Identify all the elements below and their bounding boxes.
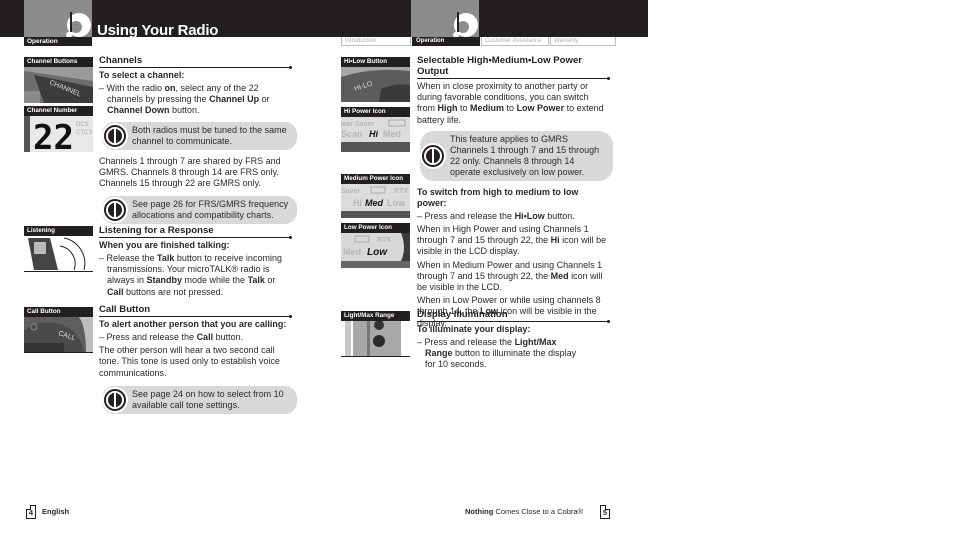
medium-power-lcd-photo: Saver RTX Hi Med Low: [341, 184, 410, 218]
call-button-section: Call Button To alert another person that…: [99, 304, 297, 414]
light-button-photo: [341, 321, 410, 356]
channels-section: Channels To select a channel: – With the…: [99, 55, 297, 225]
low-power-lcd-photo: RTX Med Low: [341, 233, 410, 268]
caption-hi-power-icon: Hi Power Icon: [341, 107, 410, 117]
tab-operation[interactable]: Operation: [412, 37, 480, 46]
section-title: Channels: [99, 55, 292, 69]
section-subtitle: To alert another person that you are cal…: [99, 319, 287, 329]
footer-tagline: Nothing Comes Close to a Cobra®: [465, 507, 584, 516]
instruction-step: – With the radio on, select any of the 2…: [99, 83, 270, 116]
page-title: Using Your Radio: [97, 22, 219, 37]
body-text: When in High Power and using Channels 1 …: [417, 224, 607, 257]
instruction-step: – Press and release the Call button.: [99, 332, 244, 342]
chapter-nav: Introduction Operation Customer Assistan…: [341, 37, 617, 46]
svg-text:DCS: DCS: [76, 122, 89, 128]
instruction-step: – Press and release the Light/Max Range …: [417, 337, 577, 370]
note-icon: [102, 197, 128, 224]
note-icon: [102, 386, 128, 413]
caption-channel-number: Channel Number: [24, 106, 93, 116]
low-icon: Low: [367, 247, 388, 258]
caption-listening: Listening: [24, 226, 93, 236]
channel-buttons-photo: CHANNEL: [24, 67, 93, 103]
svg-text:RTX: RTX: [377, 237, 391, 244]
page-number-right: 5: [600, 505, 610, 519]
tip-box: See page 24 on how to select from 10 ava…: [102, 385, 297, 414]
note-icon: [420, 142, 446, 169]
section-subtitle: To select a channel:: [99, 70, 185, 80]
svg-text:RTX: RTX: [394, 188, 408, 195]
section-tab-operation[interactable]: Operation: [24, 37, 92, 46]
instruction-step: – Press and release the Hi•Low button.: [417, 210, 575, 221]
hi-icon: Hi: [369, 129, 378, 139]
caption-medium-power-icon: Medium Power Icon: [341, 174, 410, 184]
footer-language: English: [42, 507, 70, 516]
tab-customer-assistance[interactable]: Customer Assistance: [481, 37, 549, 46]
section-subtitle: To illuminate your display:: [417, 324, 531, 334]
tab-warranty[interactable]: Warranty: [550, 37, 616, 46]
svg-text:Low: Low: [387, 198, 406, 208]
section-title: Selectable High•Medium•Low Power Output: [417, 55, 610, 80]
power-output-section: Selectable High•Medium•Low Power Output …: [417, 55, 613, 329]
caption-channel-buttons: Channel Buttons: [24, 57, 93, 67]
tab-introduction[interactable]: Introduction: [341, 37, 411, 46]
hi-low-button-photo: HI-LO: [341, 67, 410, 102]
tip-box: See page 26 for FRS/GMRS frequency alloc…: [102, 196, 297, 225]
svg-text:Saver: Saver: [341, 188, 360, 195]
section-title: Listening for a Response: [99, 225, 292, 239]
listening-section: Listening for a Response When you are fi…: [99, 225, 292, 298]
body-text: Channels 1 through 7 are shared by FRS a…: [99, 155, 281, 189]
svg-text:Med: Med: [383, 129, 401, 139]
photo-rule: [24, 352, 93, 353]
photo-rule: [341, 356, 410, 357]
call-button-photo: CALL: [24, 317, 93, 352]
svg-text:Scan: Scan: [341, 129, 363, 139]
instruction-step: – Release the Talk button to receive inc…: [99, 253, 282, 297]
hi-power-lcd-photo: wer Saver Scan Hi Med: [341, 117, 410, 152]
svg-text:Hi: Hi: [353, 198, 362, 208]
body-text: When in Medium Power and using Channels …: [417, 259, 603, 293]
note-icon: [102, 122, 128, 149]
med-icon: Med: [365, 198, 384, 208]
body-text: When in close proximity to another party…: [417, 81, 604, 125]
svg-text:Med: Med: [343, 247, 361, 257]
tip-box: This feature applies to GMRS Channels 1 …: [420, 130, 613, 181]
section-subtitle: When you are finished talking:: [99, 240, 230, 250]
radio-logo-icon: [453, 12, 478, 38]
radio-logo-icon: [66, 12, 91, 38]
tip-box: Both radios must be tuned to the same ch…: [102, 121, 297, 150]
page-number-left: 4: [26, 505, 36, 519]
channel-digits: 22: [33, 118, 74, 152]
caption-hi-low-button: Hi•Low Button: [341, 57, 410, 67]
display-illumination-section: Display Illumination To illuminate your …: [417, 309, 610, 371]
svg-text:wer Saver: wer Saver: [341, 121, 374, 128]
section-subtitle: To switch from high to medium to low pow…: [417, 186, 579, 208]
section-title: Call Button: [99, 304, 292, 318]
photo-rule: [24, 271, 93, 272]
channel-number-photo: 22 DCS CTCS: [24, 116, 93, 152]
section-title: Display Illumination: [417, 309, 610, 323]
listening-photo: [24, 236, 93, 270]
body-text: The other person will hear a two second …: [99, 345, 280, 378]
caption-call-button: Call Button: [24, 307, 93, 317]
caption-light-max-range: Light/Max Range: [341, 311, 410, 321]
caption-low-power-icon: Low Power Icon: [341, 223, 410, 233]
svg-text:CTCS: CTCS: [76, 130, 92, 136]
